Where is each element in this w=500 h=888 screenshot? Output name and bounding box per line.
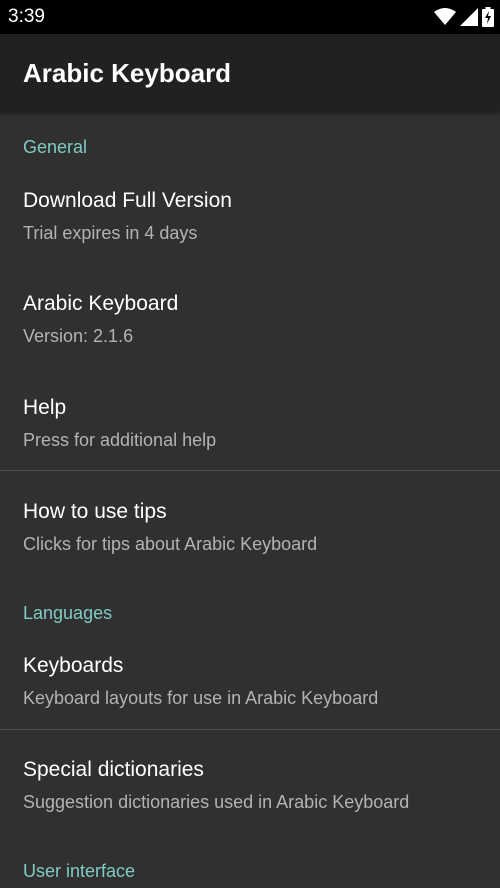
divider (0, 470, 500, 471)
section-header-general: General (23, 137, 88, 157)
setting-title: Download Full Version (23, 189, 232, 212)
setting-summary: Keyboard layouts for use in Arabic Keybo… (23, 688, 379, 708)
wifi-icon (434, 8, 456, 25)
battery-icon (482, 7, 494, 27)
setting-title: Special dictionaries (23, 758, 204, 781)
setting-summary: Clicks for tips about Arabic Keyboard (23, 534, 318, 554)
setting-summary: Trial expires in 4 days (23, 223, 198, 243)
setting-summary: Version: 2.1.6 (23, 326, 134, 346)
setting-title: Arabic Keyboard (23, 292, 179, 315)
setting-title: Keyboards (23, 654, 124, 677)
setting-about-version[interactable]: Arabic Keyboard Version: 2.1.6 (0, 292, 500, 352)
setting-how-to-use-tips[interactable]: How to use tips Clicks for tips about Ar… (0, 500, 500, 560)
setting-summary: Suggestion dictionaries used in Arabic K… (23, 792, 410, 812)
setting-summary: Press for additional help (23, 430, 217, 450)
status-bar: 3:39 (0, 0, 500, 34)
section-header-user-interface: User interface (23, 861, 136, 881)
settings-list[interactable]: General Download Full Version Trial expi… (0, 111, 500, 888)
setting-help[interactable]: Help Press for additional help (0, 396, 500, 456)
app-title: Arabic Keyboard (23, 58, 232, 88)
setting-title: How to use tips (23, 500, 167, 523)
divider (0, 729, 500, 730)
status-icons (434, 6, 494, 28)
status-time: 3:39 (8, 6, 45, 27)
app-bar: Arabic Keyboard (0, 34, 500, 111)
signal-icon (460, 8, 478, 26)
setting-download-full-version[interactable]: Download Full Version Trial expires in 4… (0, 189, 500, 249)
setting-title: Help (23, 396, 67, 419)
section-header-languages: Languages (23, 603, 113, 623)
setting-special-dictionaries[interactable]: Special dictionaries Suggestion dictiona… (0, 758, 500, 818)
setting-keyboards[interactable]: Keyboards Keyboard layouts for use in Ar… (0, 654, 500, 714)
